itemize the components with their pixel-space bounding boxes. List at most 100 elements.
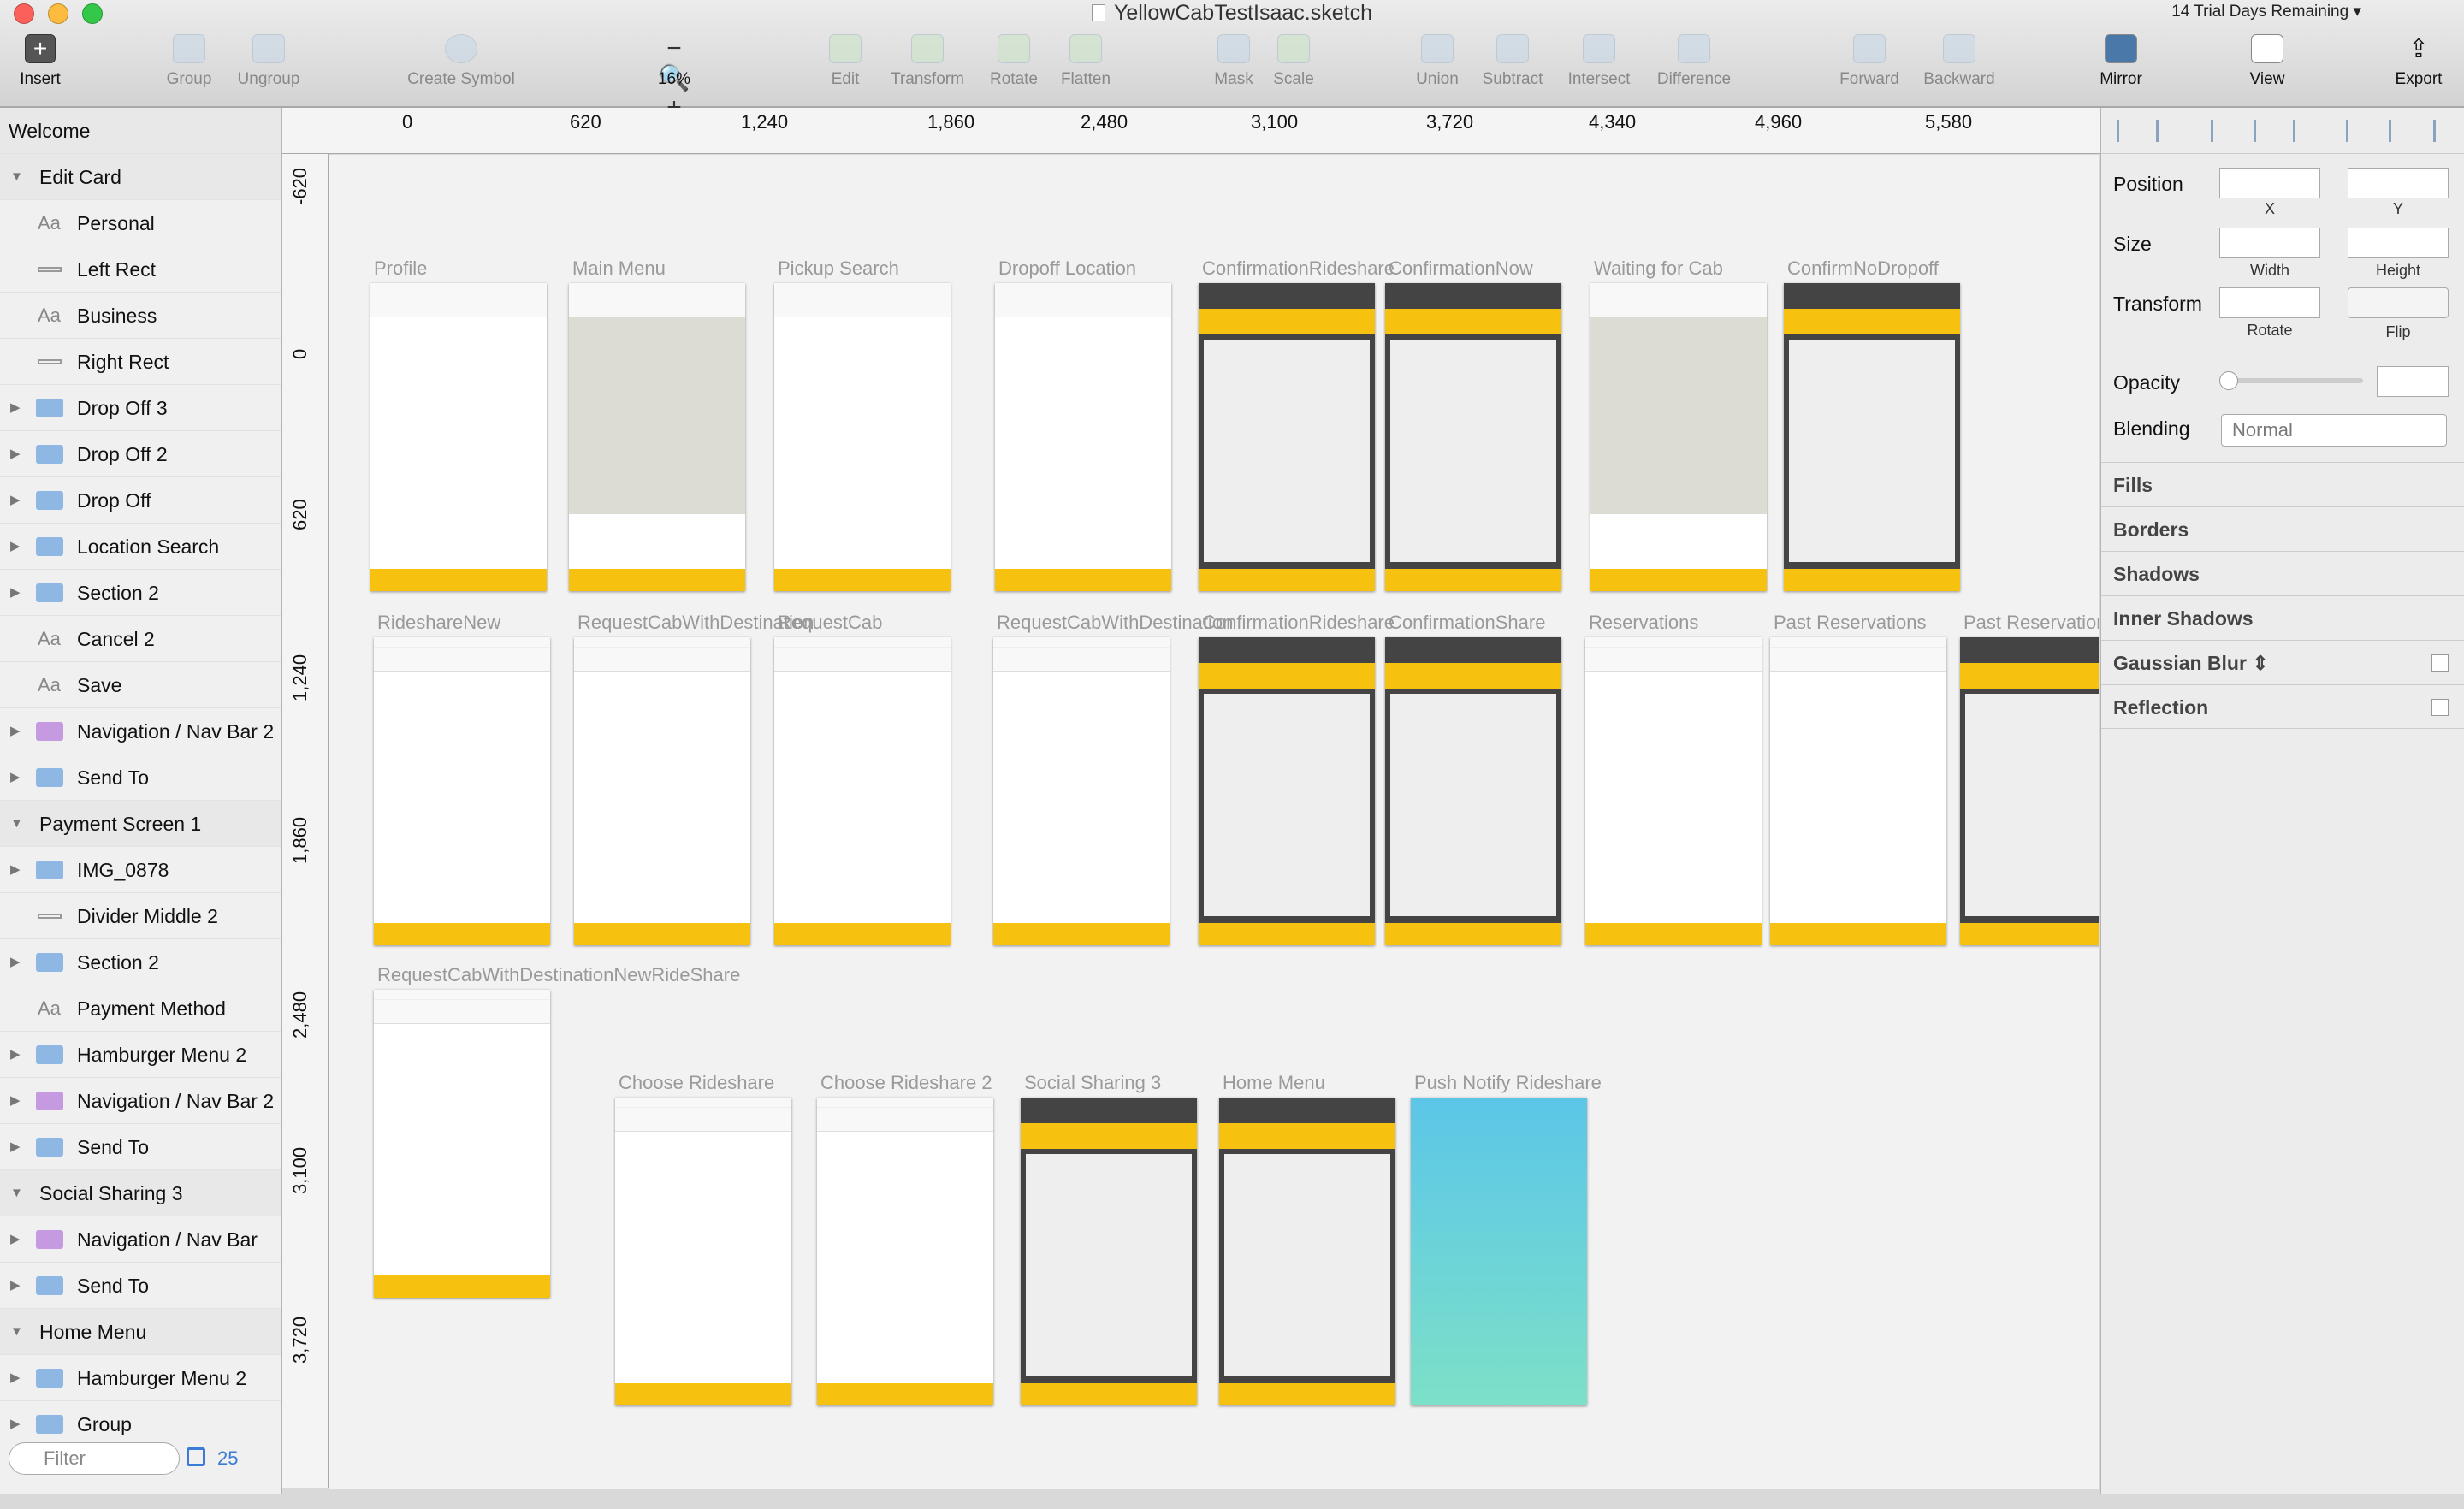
layer-row[interactable]: ▶ Send To	[0, 1263, 281, 1309]
artboard-screen[interactable]	[817, 1098, 993, 1405]
artboard[interactable]: Main Menu	[569, 257, 749, 593]
artboard-title[interactable]: RequestCabWithDestination	[997, 612, 1233, 634]
disclosure-triangle-icon[interactable]: ▶	[10, 754, 21, 801]
layer-row[interactable]: ▶ Drop Off 3	[0, 385, 281, 431]
disclosure-triangle-icon[interactable]: ▶	[10, 1216, 21, 1263]
layer-row[interactable]: Welcome	[0, 108, 281, 154]
layer-row[interactable]: ▶ Navigation / Nav Bar	[0, 1216, 281, 1263]
layer-row[interactable]: ▶ Location Search	[0, 524, 281, 570]
artboard-title[interactable]: ConfirmNoDropoff	[1787, 257, 1939, 280]
group-button[interactable]: Group	[161, 34, 217, 101]
artboard-title[interactable]: Choose Rideshare 2	[820, 1072, 992, 1094]
artboard[interactable]: Reservations	[1585, 612, 1765, 947]
artboard[interactable]: Profile	[370, 257, 550, 593]
subtract-button[interactable]: Subtract	[1477, 34, 1549, 101]
artboard-screen[interactable]	[569, 283, 745, 591]
artboard-title[interactable]: Home Menu	[1223, 1072, 1325, 1094]
artboard[interactable]: ConfirmationShare	[1385, 612, 1565, 947]
pages-icon[interactable]	[187, 1447, 205, 1466]
layer-row[interactable]: Aa Cancel 2	[0, 616, 281, 662]
flip-buttons[interactable]	[2348, 287, 2449, 318]
artboard[interactable]: Pickup Search	[774, 257, 954, 593]
x-field[interactable]	[2219, 168, 2320, 198]
layer-row[interactable]: ▶ IMG_0878	[0, 847, 281, 893]
artboard-screen[interactable]	[374, 990, 550, 1298]
zoom-control[interactable]: − 🔍 +16%	[623, 34, 726, 121]
layer-row[interactable]: ▶ Hamburger Menu 2	[0, 1032, 281, 1078]
artboard-title[interactable]: ConfirmationRideshare	[1202, 257, 1395, 280]
layer-row[interactable]: ▶ Drop Off 2	[0, 431, 281, 477]
artboard[interactable]: Waiting for Cab	[1590, 257, 1770, 593]
layer-row[interactable]: ▶ Send To	[0, 754, 281, 801]
artboard[interactable]: ConfirmationNow	[1385, 257, 1565, 593]
disclosure-triangle-icon[interactable]: ▶	[10, 1401, 21, 1447]
disclosure-triangle-icon[interactable]: ▶	[10, 1355, 21, 1401]
artboard[interactable]: RequestCabWithDestinationNewRideShare	[374, 964, 740, 1299]
disclosure-triangle-icon[interactable]: ▶	[10, 708, 21, 754]
canvas[interactable]: Profile Main Menu Pickup Search Dropoff Loc…	[329, 155, 2099, 1489]
align-left-icon[interactable]	[2117, 120, 2139, 142]
disclosure-triangle-icon[interactable]: ▶	[10, 847, 21, 893]
artboard[interactable]: Home Menu	[1219, 1072, 1399, 1407]
difference-button[interactable]: Difference	[1650, 34, 1738, 101]
layer-row[interactable]: ▶ Drop Off	[0, 477, 281, 524]
artboard-screen[interactable]	[1960, 637, 2099, 945]
transform-button[interactable]: Transform	[885, 34, 970, 101]
shadows-section[interactable]: Shadows	[2101, 551, 2464, 595]
disclosure-triangle-icon[interactable]: ▶	[10, 385, 21, 431]
view-button[interactable]: View	[2243, 34, 2291, 101]
insert-button[interactable]: + Insert	[12, 34, 68, 101]
artboard-title[interactable]: Push Notify Rideshare	[1414, 1072, 1602, 1094]
disclosure-triangle-icon[interactable]: ▶	[10, 524, 21, 570]
backward-button[interactable]: Backward	[1918, 34, 2000, 101]
artboard-screen[interactable]	[1784, 283, 1960, 591]
layer-row[interactable]: ▶ Send To	[0, 1124, 281, 1170]
artboard[interactable]: RideshareNew	[374, 612, 554, 947]
ungroup-button[interactable]: Ungroup	[233, 34, 305, 101]
artboard-screen[interactable]	[1199, 283, 1375, 591]
edit-button[interactable]: Edit	[821, 34, 869, 101]
artboard[interactable]: Past Reservations	[1960, 612, 2099, 947]
layer-row[interactable]: ▼ Edit Card	[0, 154, 281, 200]
layer-row[interactable]: Aa Business	[0, 293, 281, 339]
artboard-screen[interactable]	[1385, 283, 1561, 591]
artboard-title[interactable]: Reservations	[1589, 612, 1698, 634]
export-button[interactable]: ⇪ Export	[2389, 34, 2449, 101]
layer-row[interactable]: ▶ Section 2	[0, 939, 281, 985]
artboard-title[interactable]: RideshareNew	[377, 612, 500, 634]
intersect-button[interactable]: Intersect	[1562, 34, 1636, 101]
align-right-icon[interactable]	[2254, 120, 2276, 142]
artboard-title[interactable]: Dropoff Location	[998, 257, 1136, 280]
artboard-screen[interactable]	[615, 1098, 791, 1405]
disclosure-triangle-icon[interactable]: ▼	[10, 1170, 23, 1216]
artboard-screen[interactable]	[1021, 1098, 1197, 1405]
layer-row[interactable]: ▶ Section 2	[0, 570, 281, 616]
scale-button[interactable]: Scale	[1270, 34, 1318, 101]
distribute-horizontal-icon[interactable]	[2156, 120, 2178, 142]
artboard[interactable]: Choose Rideshare	[615, 1072, 795, 1407]
align-bottom-icon[interactable]	[2389, 120, 2411, 142]
artboard-screen[interactable]	[1585, 637, 1762, 945]
create-symbol-button[interactable]: Create Symbol	[399, 34, 524, 101]
opacity-slider-knob[interactable]	[2219, 371, 2238, 390]
artboard-screen[interactable]	[1411, 1098, 1587, 1405]
artboard-screen[interactable]	[995, 283, 1171, 591]
artboard[interactable]: RequestCabWithDestination	[574, 612, 814, 947]
filter-input[interactable]: Filter	[9, 1442, 180, 1475]
blending-select[interactable]: Normal	[2221, 414, 2447, 447]
artboard[interactable]: Push Notify Rideshare	[1411, 1072, 1602, 1407]
y-field[interactable]	[2348, 168, 2449, 198]
height-field[interactable]	[2348, 228, 2449, 258]
layer-row[interactable]: ▼ Social Sharing 3	[0, 1170, 281, 1216]
rotate-field[interactable]	[2219, 287, 2320, 318]
disclosure-triangle-icon[interactable]: ▶	[10, 431, 21, 477]
artboard-title[interactable]: RequestCabWithDestinationNewRideShare	[377, 964, 740, 986]
artboard-screen[interactable]	[1385, 637, 1561, 945]
artboard[interactable]: ConfirmationRideshare	[1199, 612, 1395, 947]
layer-row[interactable]: ▶ Hamburger Menu 2	[0, 1355, 281, 1401]
align-middle-icon[interactable]	[2346, 120, 2368, 142]
reflection-section[interactable]: Reflection	[2101, 684, 2464, 729]
artboard-title[interactable]: ConfirmationShare	[1389, 612, 1545, 634]
artboard-screen[interactable]	[374, 637, 550, 945]
layer-row[interactable]: ▶ Navigation / Nav Bar 2	[0, 708, 281, 754]
